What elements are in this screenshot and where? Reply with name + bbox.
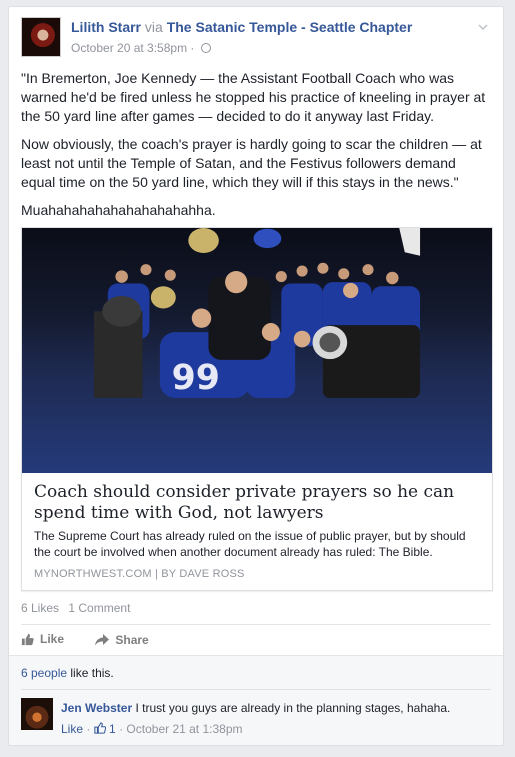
- post-header: Lilith Starr via The Satanic Temple - Se…: [21, 17, 491, 59]
- comment-like-count[interactable]: 1: [109, 722, 116, 736]
- post-stats: 6 Likes 1 Comment: [21, 601, 136, 615]
- post-timestamp[interactable]: October 20 at 3:58pm: [71, 41, 187, 55]
- likers-suffix: like this.: [70, 666, 114, 680]
- comments-section: 6 people like this. Jen Webster I trust …: [9, 655, 503, 745]
- author-avatar[interactable]: [21, 17, 61, 57]
- like-label: Like: [40, 632, 65, 646]
- link-preview-card[interactable]: 99 Coach should consider private prayers…: [21, 227, 493, 591]
- post-paragraph: Now obviously, the coach's prayer is har…: [21, 136, 482, 190]
- link-source: MYNORTHWEST.COM | BY DAVE ROSS: [34, 568, 245, 580]
- likers-summary: 6 people like this.: [21, 666, 114, 680]
- post-attribution: Lilith Starr via The Satanic Temple - Se…: [71, 18, 461, 36]
- link-description: The Supreme Court has already ruled on t…: [34, 529, 466, 559]
- share-label: Share: [115, 632, 149, 647]
- post-paragraph: "In Bremerton, Joe Kennedy — the Assista…: [21, 70, 486, 124]
- jersey-number: 99: [172, 358, 220, 398]
- chevron-down-icon[interactable]: [477, 21, 489, 33]
- comments-count-link[interactable]: 1 Comment: [68, 601, 130, 615]
- link-preview-image[interactable]: 99: [22, 228, 492, 473]
- meta-separator: ·: [190, 41, 195, 55]
- post-meta: October 20 at 3:58pm ·: [71, 40, 211, 56]
- author-name-link[interactable]: Lilith Starr: [71, 19, 141, 35]
- comment-like-link[interactable]: Like: [61, 722, 83, 736]
- thumbs-up-icon: [94, 722, 106, 734]
- divider: [21, 689, 491, 690]
- comment-body: Jen Webster I trust you guys are already…: [61, 700, 450, 716]
- post-body: "In Bremerton, Joe Kennedy — the Assista…: [21, 69, 491, 229]
- commenter-avatar[interactable]: [21, 698, 53, 730]
- globe-icon[interactable]: [200, 43, 211, 53]
- link-title[interactable]: Coach should consider private prayers so…: [34, 482, 480, 524]
- like-button[interactable]: Like: [21, 632, 64, 646]
- thumbs-up-icon: [21, 633, 34, 645]
- likers-link[interactable]: 6 people: [21, 666, 67, 680]
- share-arrow-icon: [95, 633, 110, 645]
- likes-count-link[interactable]: 6 Likes: [21, 601, 59, 615]
- divider: [21, 624, 491, 625]
- via-label: via: [144, 19, 163, 35]
- comment-timestamp[interactable]: October 21 at 1:38pm: [126, 722, 242, 736]
- comment-text: I trust you guys are already in the plan…: [135, 701, 451, 715]
- share-button[interactable]: Share: [95, 632, 149, 647]
- post-paragraph: Muahahahahahahahahahahha.: [21, 202, 216, 218]
- commenter-name-link[interactable]: Jen Webster: [61, 701, 132, 715]
- link-preview-text: Coach should consider private prayers so…: [34, 482, 480, 580]
- post-actions: Like Share: [21, 632, 177, 649]
- post-card: Lilith Starr via The Satanic Temple - Se…: [8, 6, 504, 746]
- page-name-link[interactable]: The Satanic Temple - Seattle Chapter: [167, 19, 413, 35]
- comment-meta: Like · 1 · October 21 at 1:38pm: [61, 722, 243, 736]
